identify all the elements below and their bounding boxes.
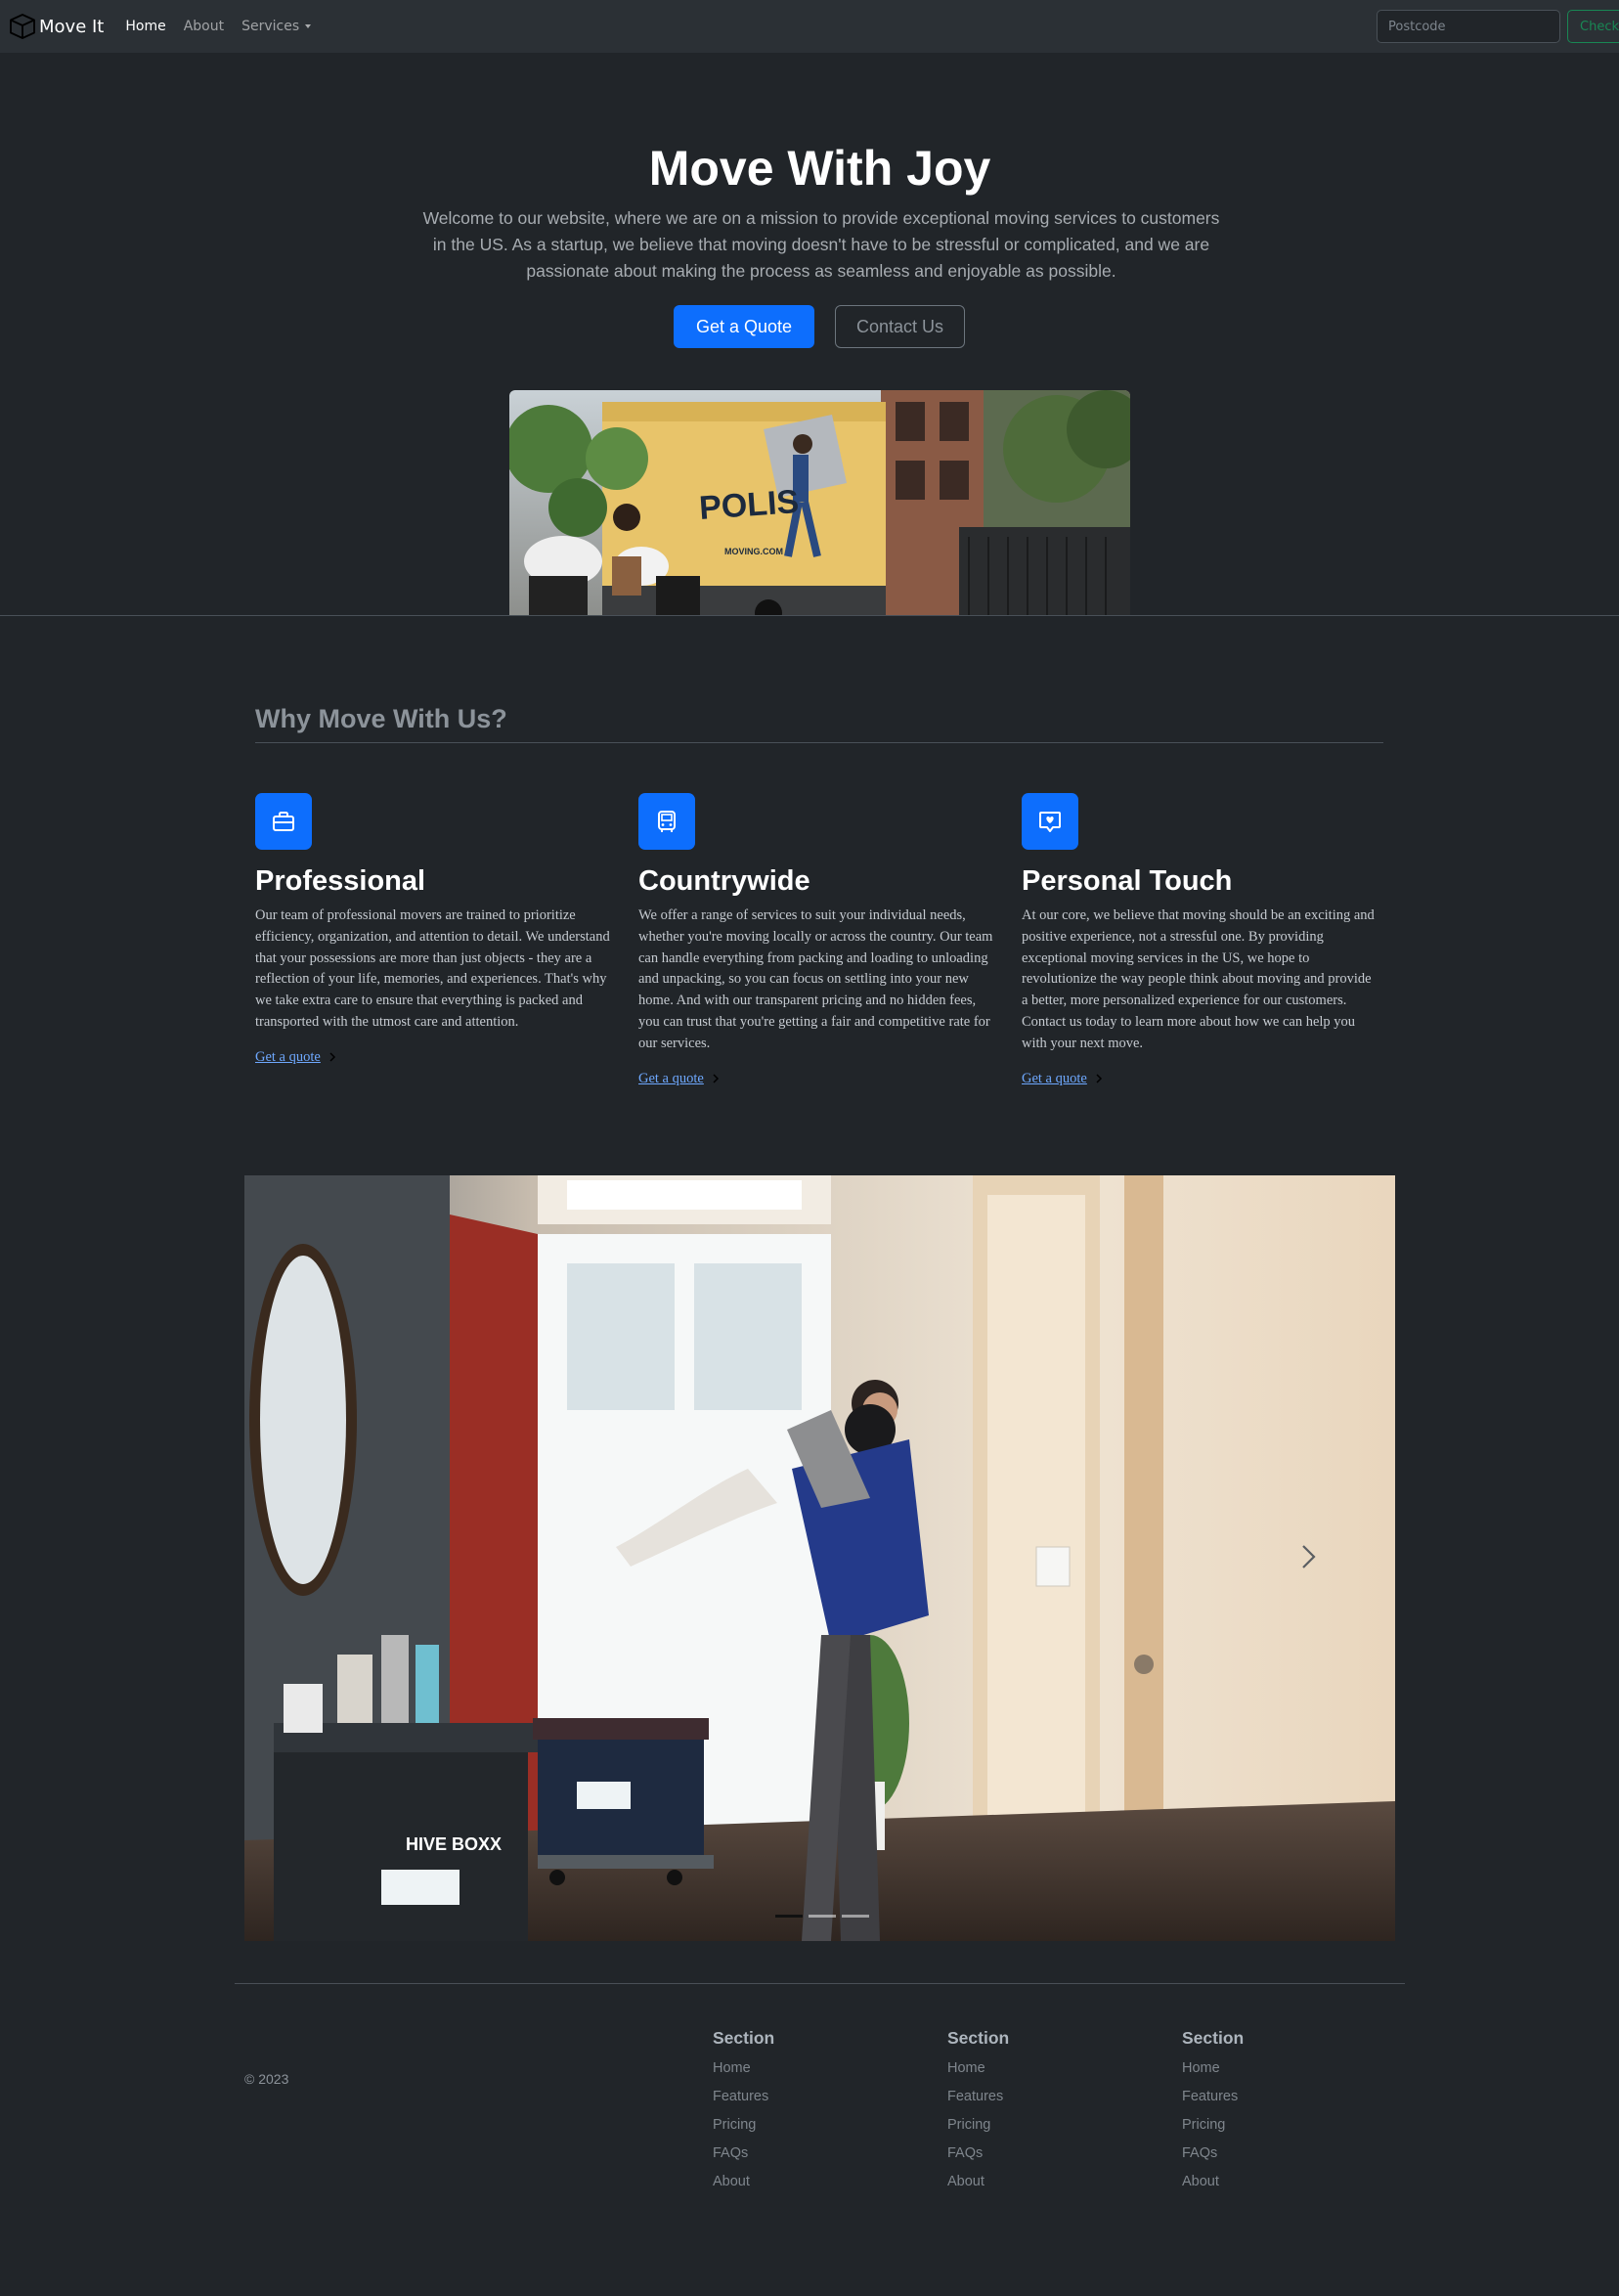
feature-title: Countrywide	[638, 865, 810, 897]
footer-link-about[interactable]: About	[713, 2168, 774, 2196]
chevron-right-icon	[1302, 1545, 1316, 1568]
carousel-box-brand: HIVE BOXX	[406, 1834, 502, 1854]
feature-quote-link[interactable]: Get a quote	[1022, 1071, 1087, 1087]
footer-link-home[interactable]: Home	[1182, 2054, 1244, 2083]
carousel-slide-image: HIVE BOXX	[244, 1175, 1395, 1941]
feature-countrywide: Countrywide We offer a range of services…	[638, 793, 996, 1087]
feature-icon-box	[1022, 793, 1078, 850]
feature-icon-box	[255, 793, 312, 850]
feature-text: We offer a range of services to suit you…	[638, 907, 993, 1051]
feature-personal-touch: Personal Touch At our core, we believe t…	[1022, 793, 1379, 1087]
feature-quote-link[interactable]: Get a quote	[638, 1071, 704, 1087]
footer-link-features[interactable]: Features	[947, 2083, 1009, 2111]
footer-link-home[interactable]: Home	[713, 2054, 774, 2083]
feature-icon-box	[638, 793, 695, 850]
footer-link-faqs[interactable]: FAQs	[713, 2140, 774, 2168]
footer-link-about[interactable]: About	[947, 2168, 1009, 2196]
footer-link-pricing[interactable]: Pricing	[1182, 2111, 1244, 2140]
footer-link-pricing[interactable]: Pricing	[947, 2111, 1009, 2140]
bus-icon	[658, 811, 676, 832]
nav-link-home[interactable]: Home	[125, 19, 165, 34]
footer-link-pricing[interactable]: Pricing	[713, 2111, 774, 2140]
carousel-indicator[interactable]	[775, 1915, 803, 1918]
feature-text: Our team of professional movers are trai…	[255, 907, 610, 1030]
chevron-right-icon	[329, 1052, 335, 1062]
footer-link-about[interactable]: About	[1182, 2168, 1244, 2196]
navbar: Move It Home About Services Check	[0, 0, 1619, 53]
get-quote-button[interactable]: Get a Quote	[674, 305, 814, 348]
copyright: © 2023	[244, 2071, 289, 2087]
brand[interactable]: Move It	[8, 12, 104, 41]
footer-column: Section Home Features Pricing FAQs About	[713, 2028, 774, 2196]
brand-name: Move It	[39, 16, 105, 37]
feature-quote-link[interactable]: Get a quote	[255, 1049, 321, 1066]
briefcase-icon	[273, 812, 294, 831]
carousel-indicator[interactable]	[809, 1915, 836, 1918]
footer-column: Section Home Features Pricing FAQs About	[1182, 2028, 1244, 2196]
footer-link-faqs[interactable]: FAQs	[947, 2140, 1009, 2168]
footer-column: Section Home Features Pricing FAQs About	[947, 2028, 1009, 2196]
footer-link-faqs[interactable]: FAQs	[1182, 2140, 1244, 2168]
footer-link-features[interactable]: Features	[1182, 2083, 1244, 2111]
chevron-right-icon	[1096, 1074, 1102, 1083]
footer-divider	[235, 1983, 1405, 1984]
check-button[interactable]: Check	[1567, 10, 1619, 43]
feature-professional: Professional Our team of professional mo…	[255, 793, 613, 1066]
footer-link-features[interactable]: Features	[713, 2083, 774, 2111]
hero-divider	[0, 615, 1619, 616]
caret-down-icon	[305, 24, 312, 28]
footer-column-title: Section	[713, 2028, 775, 2048]
features-title: Why Move With Us?	[255, 704, 507, 733]
truck-url: MOVING.COM	[724, 547, 783, 556]
hero-moving-truck-image: POLIS MOVING.COM	[509, 390, 1130, 616]
contact-us-button[interactable]: Contact Us	[835, 305, 965, 348]
carousel-next-button[interactable]	[1289, 1537, 1328, 1576]
carousel-indicators	[775, 1915, 875, 1918]
feature-title: Professional	[255, 865, 426, 897]
box-icon	[10, 14, 35, 39]
hero-text: Welcome to our website, where we are on …	[422, 208, 1220, 281]
chat-heart-icon	[1039, 812, 1061, 832]
footer-link-home[interactable]: Home	[947, 2054, 1009, 2083]
features-title-rule	[255, 742, 1383, 743]
footer-column-title: Section	[947, 2028, 1010, 2048]
postcode-input[interactable]	[1377, 10, 1560, 43]
nav-dropdown-label: Services	[241, 19, 300, 34]
feature-text: At our core, we believe that moving shou…	[1022, 907, 1375, 1051]
truck-lettering: POLIS	[698, 483, 800, 527]
footer-column-title: Section	[1182, 2028, 1245, 2048]
nav-dropdown-services[interactable]: Services	[241, 19, 312, 34]
nav-link-about[interactable]: About	[184, 19, 224, 34]
carousel-indicator[interactable]	[842, 1915, 869, 1918]
feature-title: Personal Touch	[1022, 865, 1233, 897]
hero-title: Move With Joy	[648, 141, 991, 196]
chevron-right-icon	[713, 1074, 719, 1083]
